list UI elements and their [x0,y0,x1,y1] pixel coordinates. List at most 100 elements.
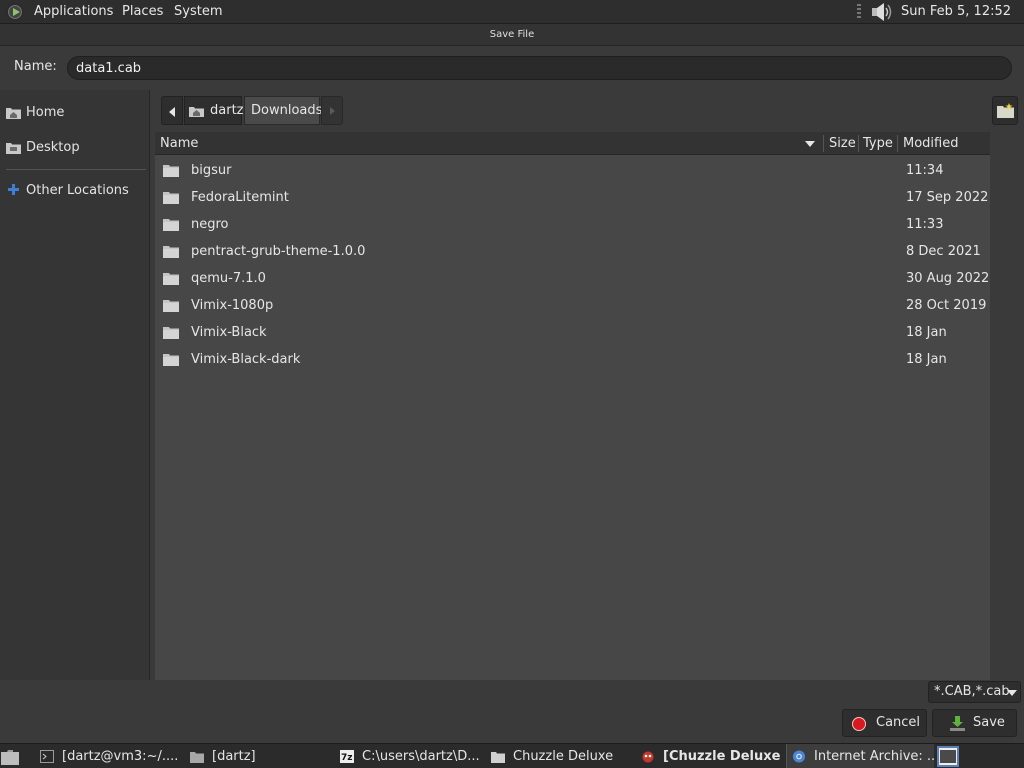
places-menu[interactable]: Places [122,0,163,24]
folder-icon [163,273,179,285]
file-name: FedoraLitemint [191,190,289,205]
file-modified: 30 Aug 2022 [906,271,990,286]
table-row[interactable]: FedoraLitemint 17 Sep 2022 [155,184,990,211]
folder-icon [163,300,179,312]
taskbar: [dartz@vm3:~/.... [dartz] 7z C:\users\da… [0,743,1024,768]
path-bar: dartz Downloads [155,90,1024,132]
folder-icon [491,752,505,763]
taskbar-item-label: [dartz@vm3:~/.... [62,749,179,764]
workspace-switcher[interactable] [937,746,959,767]
chuzzle-icon [642,751,654,763]
taskbar-item-label: [dartz] [212,749,256,764]
cancel-icon [852,717,866,731]
taskbar-item-chuzzle-game[interactable]: [Chuzzle Deluxe... [641,744,781,768]
table-row[interactable]: pentract-grub-theme-1.0.0 8 Dec 2021 [155,238,990,265]
sidebar-item-label: Other Locations [26,183,129,198]
file-list-header: Name Size Type Modified [155,132,990,155]
column-separator [897,135,898,152]
terminal-icon [40,750,54,763]
save-label: Save [973,715,1005,730]
file-modified: 17 Sep 2022 [906,190,989,205]
file-name: Vimix-1080p [191,298,274,313]
folder-icon [163,219,179,231]
file-modified: 11:33 [906,217,944,232]
taskbar-item-chuzzle-folder[interactable]: Chuzzle Deluxe [491,744,631,768]
taskbar-item-terminal[interactable]: [dartz@vm3:~/.... [40,744,180,768]
folder-icon [163,354,179,366]
file-list-margin [990,132,1024,680]
plus-icon [8,184,19,195]
cancel-button[interactable]: Cancel [842,709,927,737]
file-list[interactable]: Name Size Type Modified bigsur 11:34 Fed… [155,132,990,680]
places-sidebar: Home Desktop Other Locations [0,90,150,680]
new-folder-icon [997,103,1014,118]
home-folder-icon [6,108,21,119]
tray-separator [857,4,861,20]
cancel-label: Cancel [876,715,921,730]
folder-icon [163,246,179,258]
filter-value: *.CAB,*.cab [934,684,1010,699]
system-menu[interactable]: System [174,0,222,24]
svg-text:7z: 7z [341,753,353,763]
menu-logo-icon[interactable] [6,3,24,21]
file-modified: 28 Oct 2019 [906,298,987,313]
desktop-folder-icon [6,143,21,154]
clock[interactable]: Sun Feb 5, 12:52 PM [901,0,1024,43]
column-header-name[interactable]: Name [160,132,198,155]
download-icon [950,716,965,731]
taskbar-item-label: [Chuzzle Deluxe... [663,749,781,764]
applications-menu[interactable]: Applications [34,0,113,24]
column-header-size[interactable]: Size [829,132,856,155]
file-name: pentract-grub-theme-1.0.0 [191,244,366,259]
sidebar-item-other-locations[interactable]: Other Locations [0,176,148,206]
breadcrumb-downloads[interactable]: Downloads [244,96,323,125]
table-row[interactable]: Vimix-Black 18 Jan [155,319,990,346]
name-label: Name: [14,59,57,74]
folder-icon [190,752,204,763]
table-row[interactable]: Vimix-Black-dark 18 Jan [155,346,990,373]
table-row[interactable]: Vimix-1080p 28 Oct 2019 [155,292,990,319]
file-name: Vimix-Black-dark [191,352,301,367]
taskbar-item-label: Chuzzle Deluxe [513,749,614,764]
taskbar-item-folder[interactable]: [dartz] [190,744,330,768]
new-folder-button[interactable] [992,96,1018,125]
table-row[interactable]: negro 11:33 [155,211,990,238]
taskbar-item-browser[interactable]: Internet Archive: ... [786,744,934,768]
top-panel: Applications Places System Sun Feb 5, 12… [0,0,1024,43]
folder-icon [163,165,179,177]
path-forward-button[interactable] [321,96,343,125]
sidebar-item-label: Home [26,105,65,120]
7zip-icon: 7z [340,750,354,763]
file-modified: 18 Jan [906,352,947,367]
chevron-down-icon [1007,690,1017,696]
path-back-button[interactable] [161,96,183,125]
browser-icon [792,750,806,763]
sort-descending-icon [805,141,815,147]
column-separator [858,135,859,152]
file-modified: 8 Dec 2021 [906,244,981,259]
breadcrumb-label: Downloads [251,103,323,118]
file-modified: 11:34 [906,163,944,178]
filename-input[interactable] [67,56,1012,80]
column-header-modified[interactable]: Modified [903,132,958,155]
show-desktop-icon[interactable] [0,747,20,766]
column-header-type[interactable]: Type [863,132,893,155]
sidebar-item-desktop[interactable]: Desktop [0,133,148,163]
sidebar-item-label: Desktop [26,140,80,155]
sidebar-item-home[interactable]: Home [0,98,148,128]
folder-icon [163,327,179,339]
taskbar-item-7zip[interactable]: 7z C:\users\dartz\D... [340,744,480,768]
volume-icon[interactable] [870,3,892,21]
breadcrumb-dartz[interactable]: dartz [184,96,244,125]
file-type-filter[interactable]: *.CAB,*.cab [928,681,1021,703]
file-name: qemu-7.1.0 [191,271,266,286]
dialog-title: Save File [0,24,1024,46]
file-name: bigsur [191,163,232,178]
table-row[interactable]: qemu-7.1.0 30 Aug 2022 [155,265,990,292]
table-row[interactable]: bigsur 11:34 [155,157,990,184]
breadcrumb-label: dartz [210,103,244,118]
taskbar-item-label: Internet Archive: ... [814,749,934,764]
save-button[interactable]: Save [932,709,1017,737]
home-folder-icon [189,107,204,117]
file-name: negro [191,217,229,232]
